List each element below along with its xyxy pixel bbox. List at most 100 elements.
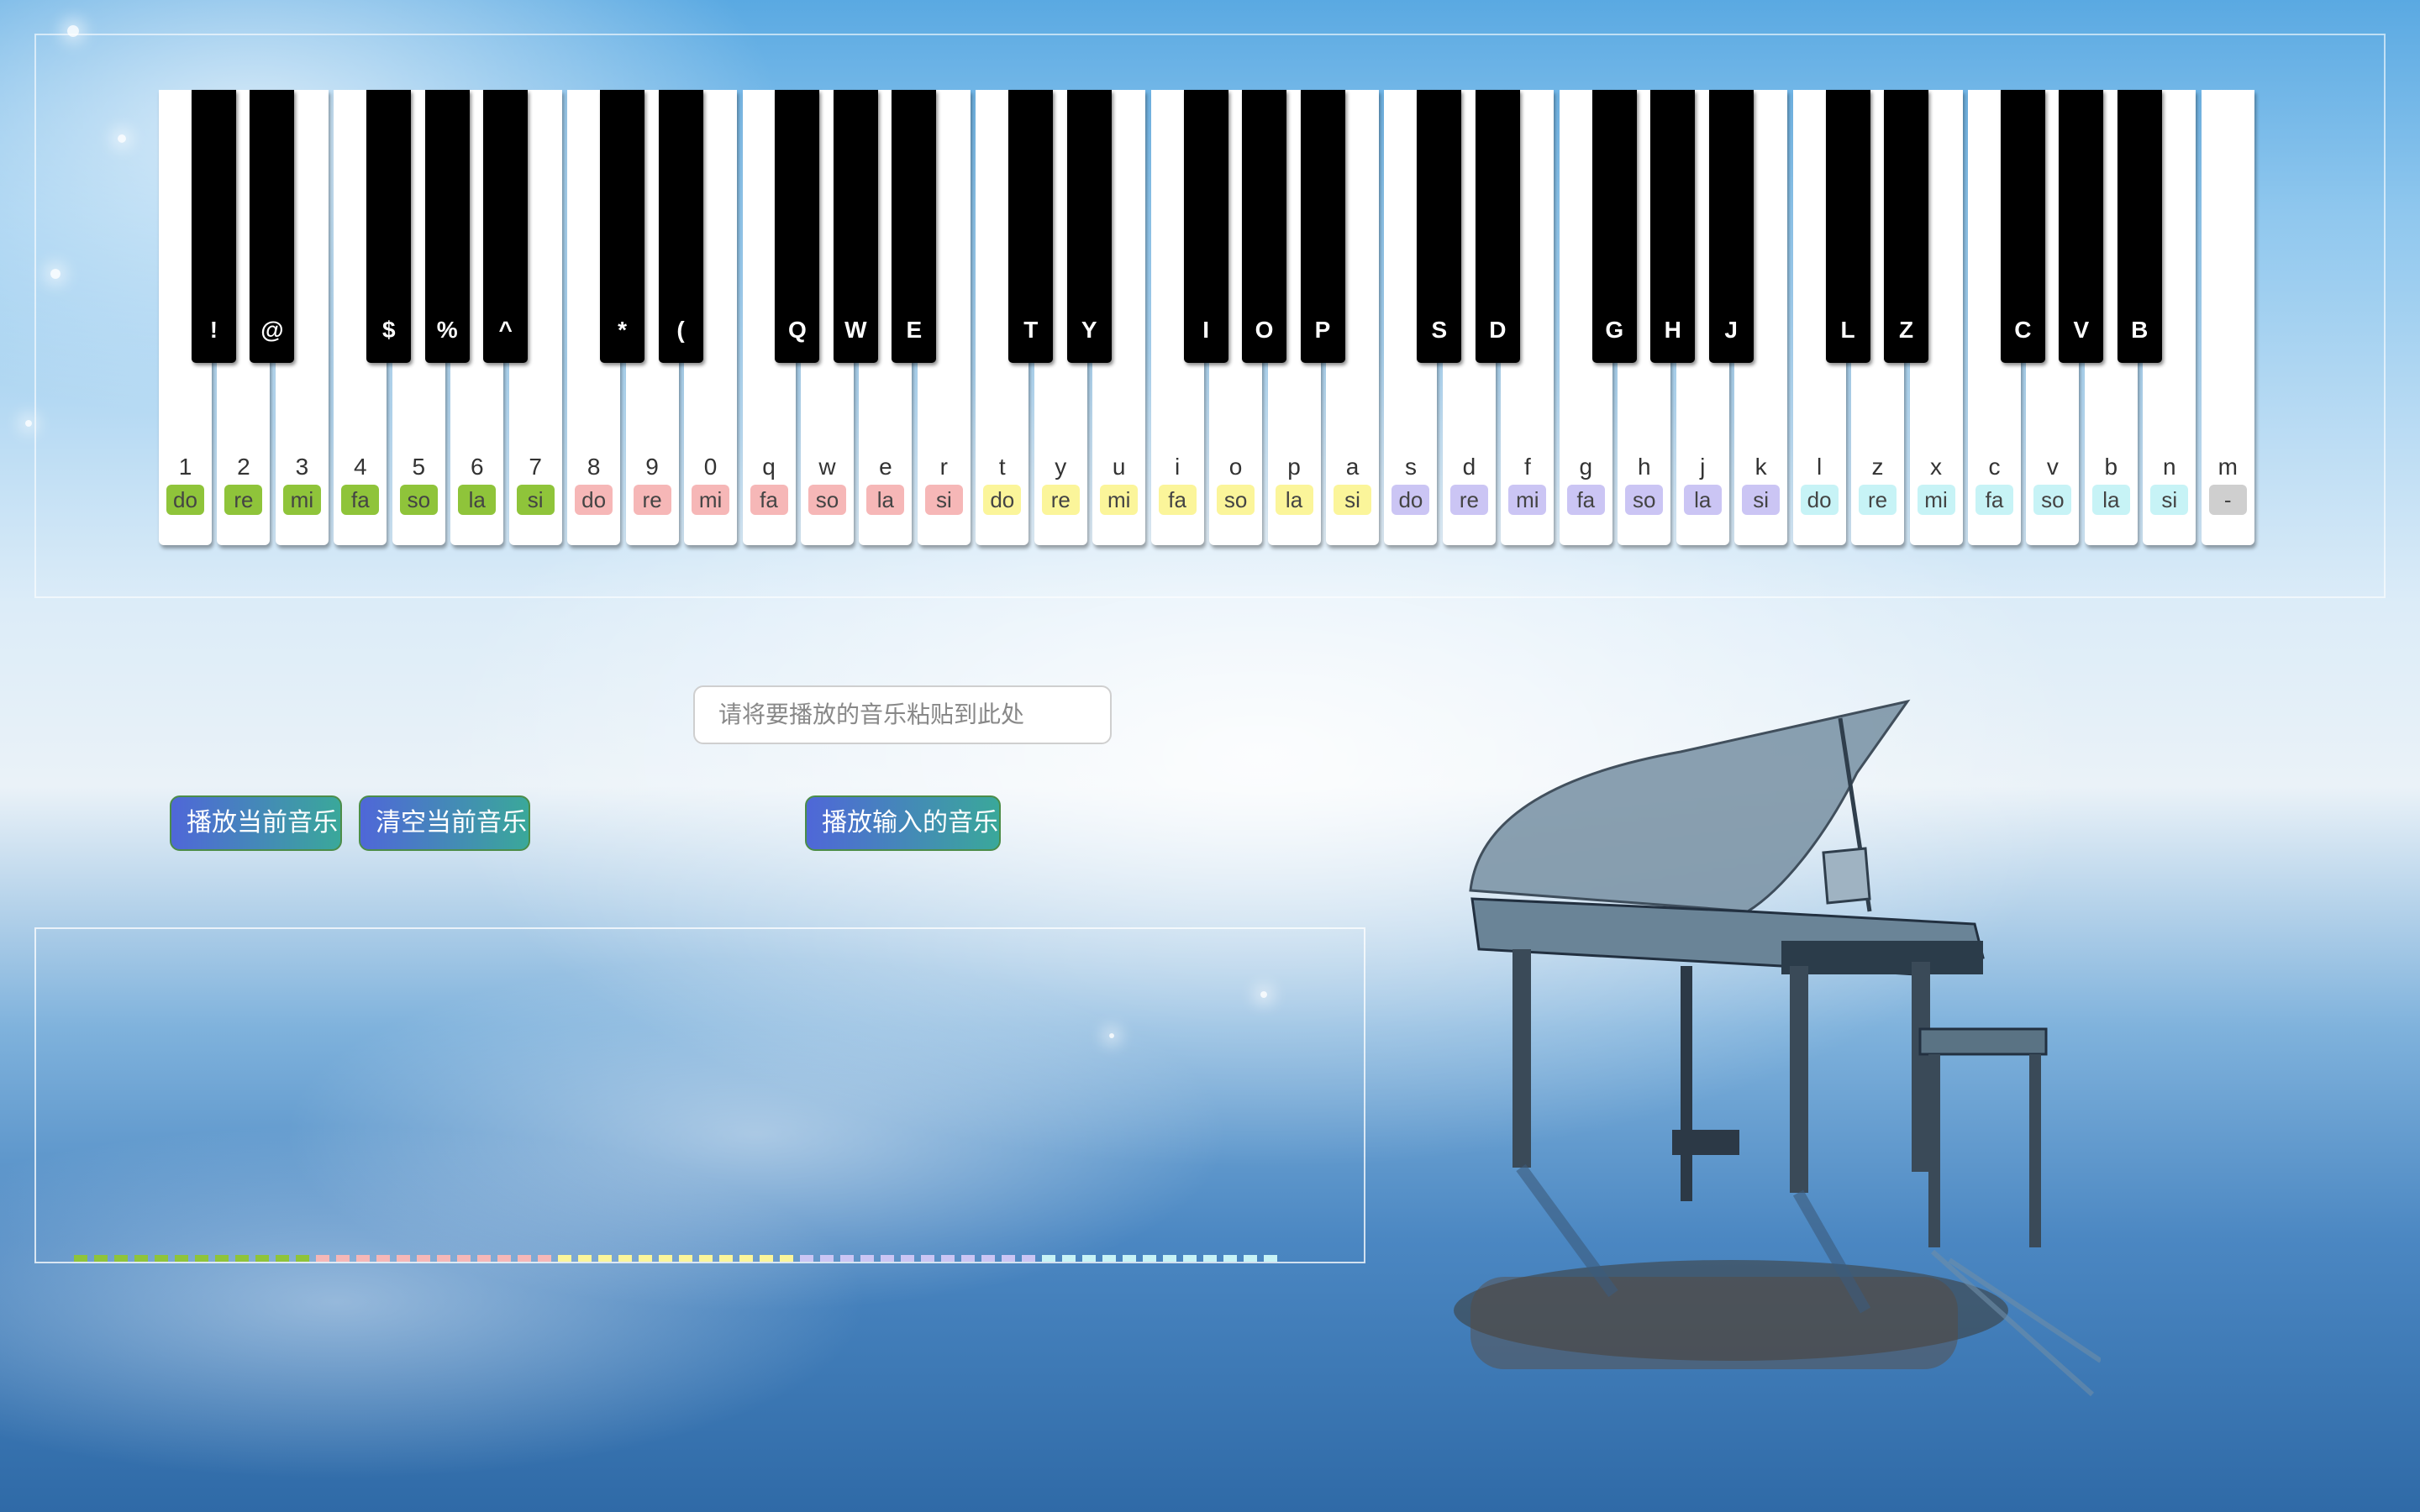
progress-dash (94, 1255, 108, 1262)
white-key[interactable]: m- (2201, 90, 2254, 545)
black-key[interactable]: % (424, 90, 470, 363)
note-badge: so (1625, 485, 1664, 515)
white-key-label: t (998, 454, 1006, 480)
white-key-label: o (1228, 454, 1243, 480)
white-key-label: v (2046, 454, 2059, 480)
white-key-label: x (1930, 454, 1942, 480)
black-key[interactable]: $ (366, 90, 412, 363)
black-key[interactable]: ^ (483, 90, 529, 363)
play-current-music-button[interactable]: 播放当前音乐 (170, 795, 342, 851)
white-key-label: l (1816, 454, 1823, 480)
white-key-label: z (1871, 454, 1884, 480)
white-key-label: 1 (178, 454, 192, 480)
note-badge: si (924, 485, 963, 515)
note-badge: do (983, 485, 1022, 515)
progress-dash (1143, 1255, 1156, 1262)
white-key-label: s (1404, 454, 1417, 480)
progress-dash (497, 1255, 511, 1262)
white-key-label: d (1462, 454, 1476, 480)
black-key[interactable]: E (892, 90, 937, 363)
black-key[interactable]: H (1650, 90, 1696, 363)
progress-dash (1244, 1255, 1257, 1262)
note-badge: si (1742, 485, 1781, 515)
clear-current-music-button[interactable]: 清空当前音乐 (359, 795, 530, 851)
note-badge: re (1041, 485, 1080, 515)
black-key[interactable]: ! (191, 90, 236, 363)
black-key-label: H (1664, 317, 1681, 343)
progress-dash (901, 1255, 914, 1262)
progress-dash (457, 1255, 471, 1262)
white-key-label: y (1055, 454, 1067, 480)
black-key[interactable]: @ (250, 90, 295, 363)
black-key-label: T (1023, 317, 1039, 343)
black-key-label: % (436, 317, 458, 343)
progress-dash (1022, 1255, 1035, 1262)
black-key[interactable]: D (1475, 90, 1520, 363)
progress-dash (195, 1255, 208, 1262)
black-key[interactable]: Q (775, 90, 820, 363)
note-badge: so (1217, 485, 1255, 515)
progress-dash (477, 1255, 491, 1262)
white-key-label: 5 (412, 454, 426, 480)
note-badge: si (2150, 485, 2189, 515)
note-badge: re (224, 485, 263, 515)
note-badge: la (1275, 485, 1313, 515)
music-paste-input[interactable] (693, 685, 1112, 744)
black-key[interactable]: P (1300, 90, 1345, 363)
note-badge: si (1334, 485, 1371, 515)
black-key[interactable]: ( (658, 90, 703, 363)
black-key[interactable]: L (1825, 90, 1870, 363)
white-key-label: q (762, 454, 776, 480)
play-input-music-button[interactable]: 播放输入的音乐 (805, 795, 1001, 851)
progress-dash (255, 1255, 269, 1262)
white-key-label: i (1175, 454, 1181, 480)
white-key-label: j (1700, 454, 1706, 480)
note-badge: fa (1975, 485, 2013, 515)
white-key-label: 9 (645, 454, 659, 480)
black-key-label: $ (382, 317, 396, 343)
progress-dash (1102, 1255, 1116, 1262)
black-key[interactable]: G (1591, 90, 1637, 363)
black-key[interactable]: S (1417, 90, 1462, 363)
grand-piano-illustration (1454, 699, 2101, 1397)
note-badge: la (1683, 485, 1722, 515)
note-badge: mi (282, 485, 321, 515)
black-key[interactable]: C (2000, 90, 2045, 363)
note-badge: so (399, 485, 438, 515)
progress-dash (437, 1255, 450, 1262)
progress-dash (114, 1255, 128, 1262)
black-key-label: G (1605, 317, 1624, 343)
progress-dash (921, 1255, 934, 1262)
progress-dash (739, 1255, 753, 1262)
white-key-label: h (1637, 454, 1651, 480)
black-key[interactable]: Z (1884, 90, 1928, 363)
black-key[interactable]: Y (1066, 90, 1112, 363)
white-key-label: 7 (529, 454, 542, 480)
black-key-label: C (2014, 317, 2032, 343)
note-progress-strip (74, 1255, 1334, 1262)
black-key[interactable]: V (2059, 90, 2104, 363)
black-key[interactable]: W (833, 90, 878, 363)
black-key[interactable]: * (600, 90, 645, 363)
progress-dash (1264, 1255, 1277, 1262)
progress-dash (881, 1255, 894, 1262)
black-key-label: W (844, 317, 867, 343)
black-key[interactable]: I (1183, 90, 1228, 363)
progress-dash (397, 1255, 410, 1262)
progress-dash (760, 1255, 773, 1262)
black-key[interactable]: T (1008, 90, 1054, 363)
progress-dash (1203, 1255, 1217, 1262)
black-key[interactable]: O (1242, 90, 1287, 363)
note-badge: so (808, 485, 846, 515)
black-key-label: Y (1081, 317, 1097, 343)
note-badge: mi (1917, 485, 1955, 515)
progress-dash (639, 1255, 652, 1262)
progress-dash (134, 1255, 148, 1262)
note-badge: la (866, 485, 905, 515)
black-key[interactable]: B (2117, 90, 2162, 363)
white-key-label: 3 (295, 454, 309, 480)
white-key-label: p (1287, 454, 1301, 480)
white-key-label: 6 (470, 454, 484, 480)
progress-dash (800, 1255, 813, 1262)
black-key[interactable]: J (1708, 90, 1754, 363)
